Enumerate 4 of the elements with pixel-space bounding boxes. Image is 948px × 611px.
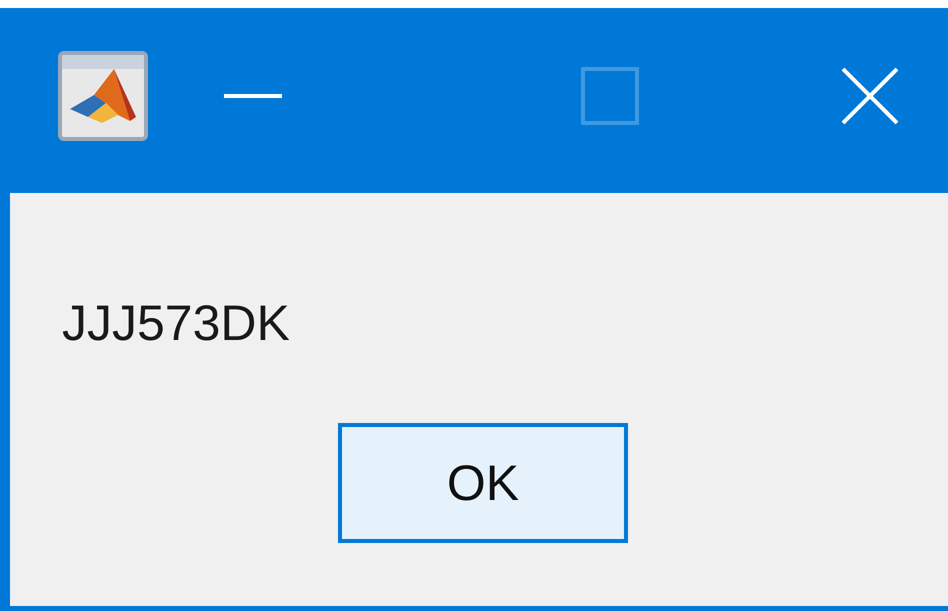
message-text: JJJ573DK [62,294,290,353]
ok-button[interactable]: OK [338,423,628,543]
close-icon[interactable] [841,66,899,124]
app-logo-icon [58,50,148,140]
